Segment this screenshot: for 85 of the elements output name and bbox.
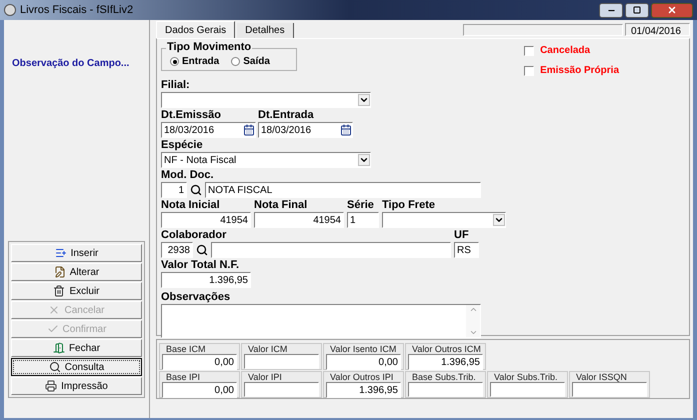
date-field[interactable]: 18/03/2016 [161, 122, 256, 138]
tab[interactable]: Dados Gerais [156, 21, 236, 38]
printer-icon [45, 380, 58, 392]
description-field[interactable]: NOTA FISCAL [205, 182, 481, 198]
field-label: Nota Final [254, 199, 308, 212]
description-field[interactable] [211, 242, 451, 258]
dropdown[interactable] [382, 212, 506, 228]
input-field[interactable]: 1 [161, 182, 187, 198]
toolbar-button[interactable]: Inserir [11, 244, 142, 262]
field-label: Valor Total N.F. [161, 259, 240, 272]
field-label: Nota Inicial [161, 199, 221, 212]
toolbar-button[interactable]: Fechar [11, 339, 142, 357]
total-label: Valor ISSQN [575, 372, 628, 382]
calendar-icon [243, 124, 255, 136]
field-label: Dt.Entrada [258, 109, 315, 122]
dropdown[interactable] [161, 92, 371, 108]
search-icon [196, 244, 208, 256]
total-label: Valor ICM [247, 344, 288, 354]
toolbar-button[interactable]: Consulta [11, 358, 142, 376]
list-plus-icon [54, 247, 67, 259]
window-title: Livros Fiscais - fSIfLiv2 [20, 2, 134, 18]
checkbox[interactable]: Emissão Própria [524, 63, 619, 78]
total-label: Valor Subs.Trib. [493, 372, 559, 382]
scroll-up-icon[interactable] [468, 305, 478, 314]
trash-icon [53, 285, 66, 297]
group-title: Tipo Movimento [166, 41, 252, 54]
total-label: Valor Outros IPI [329, 372, 394, 382]
total-field[interactable] [408, 382, 483, 397]
total-field[interactable]: 1.396,95 [326, 382, 401, 398]
toolbar-button[interactable]: Alterar [11, 263, 142, 281]
tab[interactable]: Detalhes [237, 23, 294, 38]
close-button[interactable] [651, 2, 693, 18]
radio-button[interactable]: Saída [231, 54, 270, 69]
total-label: Base Subs.Trib. [411, 372, 477, 382]
input-field[interactable]: 41954 [161, 212, 251, 228]
total-label: Base ICM [165, 344, 207, 354]
date-field[interactable]: 18/03/2016 [258, 122, 353, 138]
total-label: Valor IPI [247, 372, 283, 382]
scroll-down-icon[interactable] [468, 328, 478, 337]
maximize-icon [633, 6, 641, 14]
total-label: Valor Isento ICM [329, 344, 398, 354]
minimize-button[interactable] [599, 2, 623, 18]
checkbox[interactable]: Cancelada [524, 43, 619, 58]
field-label: UF [454, 229, 470, 242]
date-display: 01/04/2016 [625, 23, 690, 36]
total-field[interactable] [244, 382, 319, 397]
search-icon [190, 184, 202, 196]
document-pencil-icon [54, 266, 66, 278]
input-field[interactable]: 1.396,95 [161, 272, 251, 288]
total-label: Base IPI [165, 372, 202, 382]
close-icon [667, 5, 677, 15]
field-label: Série [347, 199, 375, 212]
field-label: Colaborador [161, 229, 228, 242]
total-field[interactable]: 1.396,95 [408, 354, 483, 370]
text-area[interactable] [161, 304, 481, 338]
toolbar-button[interactable]: Excluir [11, 282, 142, 300]
radio-button[interactable]: Entrada [170, 54, 220, 69]
total-field[interactable]: 0,00 [162, 382, 237, 398]
dropdown[interactable]: NF - Nota Fiscal [161, 152, 371, 168]
field-label: Mod. Doc. [161, 169, 215, 182]
x-icon [48, 304, 60, 316]
field-label: Dt.Emissão [161, 109, 222, 122]
maximize-button[interactable] [625, 2, 649, 18]
input-field[interactable]: 1 [347, 212, 379, 228]
field-label: Tipo Frete [382, 199, 436, 212]
toolbar-button[interactable]: Impressão [11, 377, 142, 395]
total-field[interactable] [244, 354, 319, 369]
field-label: Espécie [161, 139, 204, 152]
uf-field[interactable]: RS [454, 242, 479, 258]
total-field[interactable]: 0,00 [326, 354, 401, 370]
field-caption: Observação do Campo... [11, 57, 130, 71]
search-icon [48, 361, 61, 373]
input-field[interactable]: 41954 [254, 212, 344, 228]
calendar-icon [340, 124, 352, 136]
field-label: Observações [161, 291, 232, 304]
door-icon [52, 342, 65, 354]
check-icon [46, 323, 59, 335]
total-field[interactable] [490, 382, 565, 397]
field-label: Filial: [161, 79, 191, 92]
scrollbar[interactable] [466, 305, 480, 337]
total-field[interactable]: 0,00 [162, 354, 237, 370]
total-field[interactable] [572, 382, 647, 397]
total-label: Valor Outros ICM [411, 344, 482, 354]
input-field[interactable]: 2938 [161, 242, 193, 258]
app-icon [4, 4, 16, 16]
